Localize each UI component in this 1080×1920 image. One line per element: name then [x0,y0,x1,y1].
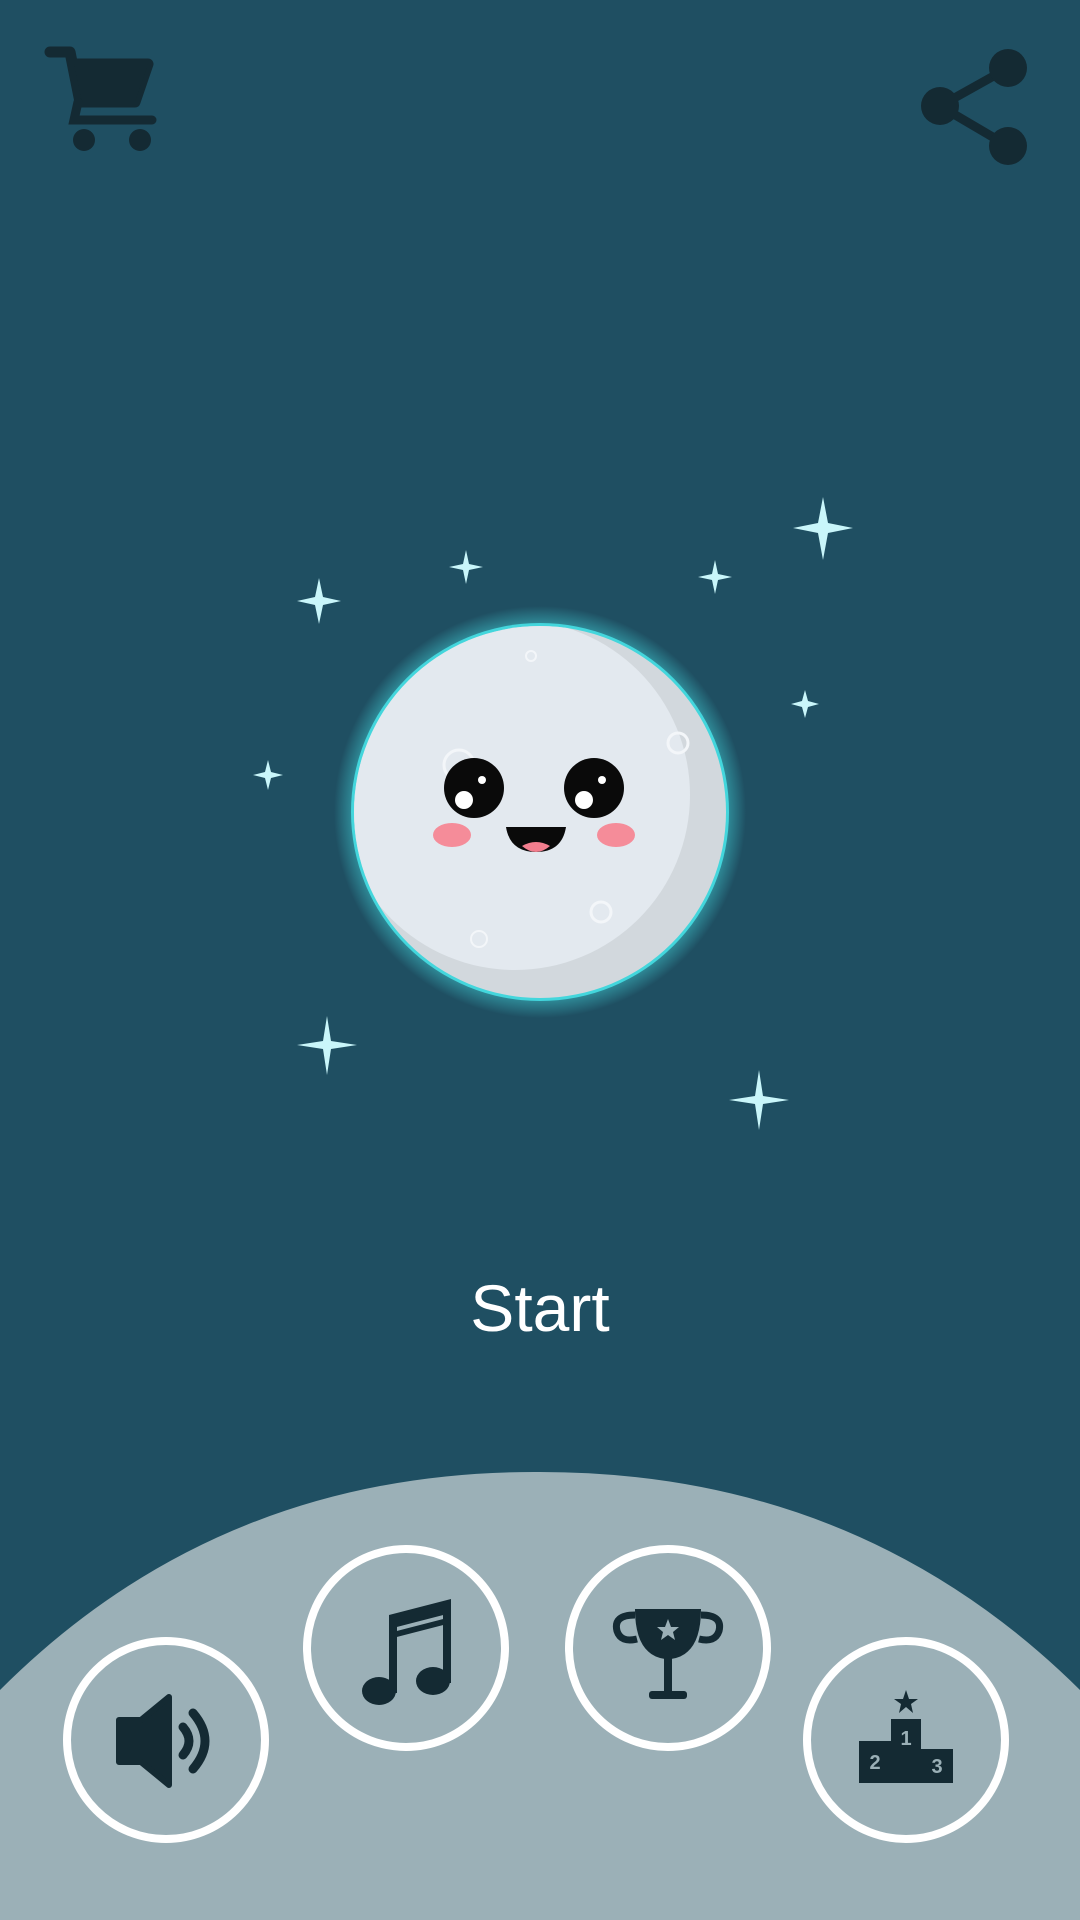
podium-second-label: 2 [869,1752,880,1774]
podium-first-label: 1 [900,1728,911,1750]
bottom-hill [0,1471,1080,1920]
sound-toggle-button[interactable] [63,1637,269,1843]
music-note-icon [362,1599,451,1705]
leaderboard-button[interactable]: 1 2 3 [803,1637,1009,1843]
speaker-icon [116,1694,210,1788]
trophy-icon [612,1609,724,1699]
podium-icon: 1 2 3 [859,1690,953,1783]
achievements-button[interactable] [565,1545,771,1751]
music-toggle-button[interactable] [303,1545,509,1751]
podium-third-label: 3 [931,1756,942,1778]
main-menu-screen: Start 1 2 3 [0,0,1080,1920]
